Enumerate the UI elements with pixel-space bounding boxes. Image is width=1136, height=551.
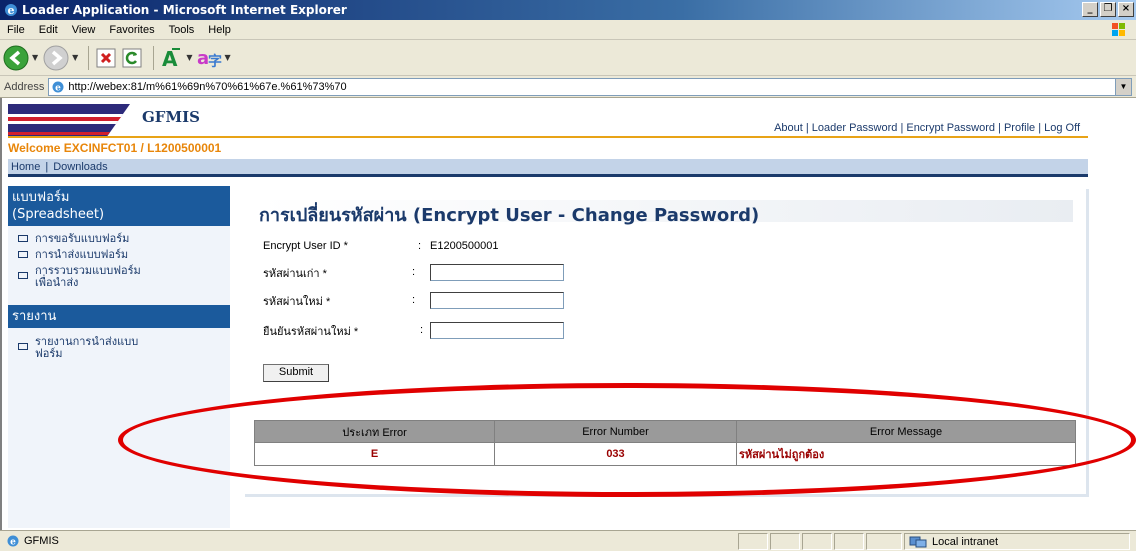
forward-arrow-icon [43,45,69,70]
toolbar-separator [88,45,90,70]
confirm-password-input[interactable] [430,322,564,339]
welcome-text: Welcome EXCINFCT01 / L1200500001 [8,141,222,155]
sidebar-section-report-title: รายงาน [8,305,230,328]
old-password-colon: : [412,266,416,278]
chevron-down-icon[interactable]: ▼ [1115,78,1131,95]
minimize-button[interactable]: _ [1082,2,1098,17]
chevron-down-icon[interactable]: ▼ [32,53,38,62]
chevron-down-icon[interactable]: ▼ [72,53,78,62]
address-label: Address [4,80,45,93]
bullet-box-icon [18,251,28,258]
status-cell [866,533,902,550]
nav-home-link[interactable]: Home [11,161,40,173]
sidebar-item-collect-form[interactable]: การรวบรวมแบบฟอร์ม เพื่อนำส่ง [8,263,230,291]
sidebar: แบบฟอร์ม (Spreadsheet) การขอรับแบบฟอร์ม … [8,186,230,528]
sidebar-item-request-form[interactable]: การขอรับแบบฟอร์ม [8,231,230,247]
back-arrow-icon [3,45,29,70]
old-password-input[interactable] [430,264,564,281]
error-type-cell: E [254,442,495,466]
header-divider [8,136,1088,138]
status-cell [738,533,768,550]
window-title: Loader Application - Microsoft Internet … [22,3,347,17]
page-content: GFMIS About | Loader Password | Encrypt … [0,98,1136,530]
text-size-button[interactable]: A ▼ [160,46,192,70]
error-message-cell: รหัสผ่านไม่ถูกต้อง [736,442,1076,466]
maximize-button[interactable]: ❐ [1100,2,1116,17]
menu-favorites[interactable]: Favorites [102,24,161,36]
toolbar-separator [153,45,155,70]
sidebar-item-submit-form[interactable]: การนำส่งแบบฟอร์ม [8,247,230,263]
menu-file[interactable]: File [0,24,32,36]
status-cell [770,533,800,550]
svg-text:字: 字 [208,53,222,70]
refresh-button[interactable] [121,47,143,69]
menu-edit[interactable]: Edit [32,24,65,36]
svg-text:A: A [162,47,178,70]
top-links[interactable]: About | Loader Password | Encrypt Passwo… [774,122,1080,134]
close-button[interactable]: × [1118,2,1134,17]
new-password-colon: : [412,294,416,306]
user-id-colon: : [418,240,422,252]
encoding-icon: a 字 [197,48,222,70]
new-password-label: รหัสผ่านใหม่ * [263,296,331,308]
error-type-header: ประเภท Error [254,420,495,443]
menu-bar: File Edit View Favorites Tools Help [0,20,1136,40]
site-title: GFMIS [142,108,200,126]
ie-logo-icon: e [5,4,17,17]
site-header: GFMIS About | Loader Password | Encrypt … [8,98,1088,138]
intranet-icon [909,536,927,547]
svg-text:e: e [8,4,15,17]
status-text: e GFMIS [6,534,59,548]
confirm-password-label: ยืนยันรหัสผ่านใหม่ * [263,326,359,338]
status-cell [802,533,832,550]
sidebar-item-report[interactable]: รายงานการนำส่งแบบ ฟอร์ม [8,334,230,362]
svg-text:e: e [55,83,61,93]
chevron-down-icon[interactable]: ▼ [224,53,230,62]
status-cell [834,533,864,550]
page-icon: e [7,535,19,548]
confirm-password-colon: : [420,324,424,336]
error-message-header: Error Message [736,420,1076,443]
table-row: E 033 รหัสผ่านไม่ถูกต้อง [254,442,1076,466]
back-button[interactable]: ▼ [2,44,38,72]
error-number-cell: 033 [494,442,737,466]
page-title: การเปลี่ยนรหัสผ่าน (Encrypt User - Chang… [259,200,1073,226]
toolbar: ▼ ▼ A ▼ a 字 ▼ [0,40,1136,76]
submit-button[interactable]: Submit [263,364,329,382]
text-size-icon: A [162,47,181,70]
window-titlebar: e Loader Application - Microsoft Interne… [0,0,1136,20]
status-bar: e GFMIS Local intranet [0,530,1136,551]
svg-text:e: e [10,538,16,548]
address-url: http://webex:81/m%61%69n%70%61%67e.%61%7… [68,80,347,93]
menu-help[interactable]: Help [201,24,238,36]
encoding-button[interactable]: a 字 ▼ [196,46,230,70]
nav-separator: | [45,160,49,173]
address-bar: Address e http://webex:81/m%61%69n%70%61… [0,76,1136,98]
old-password-label: รหัสผ่านเก่า * [263,268,327,280]
bullet-box-icon [18,235,28,242]
change-password-panel: การเปลี่ยนรหัสผ่าน (Encrypt User - Chang… [242,186,1086,494]
new-password-input[interactable] [430,292,564,309]
error-number-header: Error Number [494,420,737,443]
user-id-value: E1200500001 [430,240,499,252]
error-table: ประเภท Error Error Number Error Message … [254,420,1076,466]
security-zone: Local intranet [904,533,1130,550]
user-id-label: Encrypt User ID * [263,240,348,252]
address-input[interactable]: e http://webex:81/m%61%69n%70%61%67e.%61… [48,77,1132,96]
forward-button[interactable]: ▼ [42,44,78,72]
sidebar-section-forms-title: แบบฟอร์ม (Spreadsheet) [8,186,230,226]
bullet-box-icon [18,272,28,279]
chevron-down-icon[interactable]: ▼ [186,53,192,62]
stop-button[interactable] [95,47,117,69]
nav-downloads-link[interactable]: Downloads [53,161,107,173]
nav-bar: Home | Downloads [8,159,1088,177]
bullet-box-icon [18,343,28,350]
menu-view[interactable]: View [65,24,103,36]
refresh-icon [122,48,142,67]
menu-tools[interactable]: Tools [162,24,202,36]
page-icon: e [52,81,64,93]
stop-icon [96,48,116,67]
windows-logo-icon [1112,23,1125,36]
